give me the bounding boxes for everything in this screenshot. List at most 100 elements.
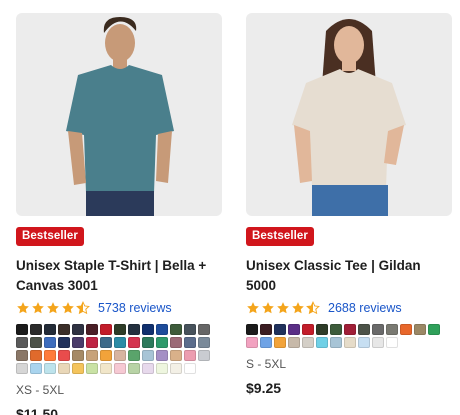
color-swatch[interactable] (30, 363, 42, 374)
color-swatch[interactable] (198, 350, 210, 361)
color-swatch[interactable] (184, 337, 196, 348)
color-swatch[interactable] (16, 324, 28, 335)
color-swatch[interactable] (170, 324, 182, 335)
color-swatch[interactable] (30, 324, 42, 335)
product-image[interactable] (246, 13, 452, 216)
color-swatch[interactable] (58, 324, 70, 335)
color-swatch[interactable] (156, 324, 168, 335)
color-swatch[interactable] (86, 324, 98, 335)
star-icon (61, 301, 75, 315)
color-swatch[interactable] (114, 350, 126, 361)
color-swatch[interactable] (114, 363, 126, 374)
color-swatch[interactable] (58, 363, 70, 374)
color-swatch[interactable] (288, 337, 300, 348)
color-swatch[interactable] (16, 337, 28, 348)
color-swatch[interactable] (72, 337, 84, 348)
color-swatch[interactable] (288, 324, 300, 335)
color-swatch[interactable] (44, 337, 56, 348)
color-swatch[interactable] (114, 337, 126, 348)
color-swatch[interactable] (400, 324, 412, 335)
product-title[interactable]: Unisex Staple T-Shirt | Bella + Canvas 3… (16, 256, 222, 296)
color-swatch[interactable] (86, 337, 98, 348)
color-swatch[interactable] (156, 337, 168, 348)
color-swatch[interactable] (302, 324, 314, 335)
color-swatch[interactable] (260, 324, 272, 335)
color-swatch[interactable] (316, 337, 328, 348)
reviews-link[interactable]: 5738 reviews (98, 301, 172, 315)
color-swatch[interactable] (414, 324, 426, 335)
size-range: XS - 5XL (16, 383, 65, 397)
color-swatch[interactable] (72, 363, 84, 374)
color-swatch[interactable] (58, 337, 70, 348)
product-title[interactable]: Unisex Classic Tee | Gildan 5000 (246, 256, 452, 296)
color-swatch[interactable] (170, 337, 182, 348)
color-swatches (246, 324, 452, 348)
color-swatch[interactable] (358, 337, 370, 348)
color-swatch[interactable] (44, 350, 56, 361)
color-swatch[interactable] (100, 324, 112, 335)
color-swatch[interactable] (372, 324, 384, 335)
color-swatch[interactable] (246, 324, 258, 335)
color-swatch[interactable] (344, 324, 356, 335)
color-swatch[interactable] (170, 350, 182, 361)
color-swatch[interactable] (142, 337, 154, 348)
color-swatch[interactable] (372, 337, 384, 348)
color-swatch[interactable] (100, 337, 112, 348)
color-swatch[interactable] (72, 350, 84, 361)
color-swatch[interactable] (16, 350, 28, 361)
model-photo (292, 19, 406, 216)
color-swatch[interactable] (428, 324, 440, 335)
star-rating (246, 301, 320, 315)
color-swatch[interactable] (198, 324, 210, 335)
color-swatch[interactable] (386, 324, 398, 335)
color-swatch[interactable] (142, 350, 154, 361)
color-swatch[interactable] (330, 337, 342, 348)
star-rating (16, 301, 90, 315)
color-swatch[interactable] (142, 324, 154, 335)
color-swatch[interactable] (16, 363, 28, 374)
color-swatch[interactable] (156, 363, 168, 374)
color-swatch[interactable] (100, 350, 112, 361)
half-star-icon (76, 301, 90, 315)
price: $11.50 (16, 406, 59, 415)
color-swatch[interactable] (246, 337, 258, 348)
color-swatch[interactable] (386, 337, 398, 348)
color-swatch[interactable] (344, 337, 356, 348)
color-swatch[interactable] (170, 363, 182, 374)
color-swatch[interactable] (184, 324, 196, 335)
color-swatch[interactable] (30, 337, 42, 348)
reviews-link[interactable]: 2688 reviews (328, 301, 402, 315)
color-swatch[interactable] (86, 363, 98, 374)
color-swatch[interactable] (100, 363, 112, 374)
color-swatch[interactable] (302, 337, 314, 348)
color-swatch[interactable] (198, 337, 210, 348)
color-swatch[interactable] (274, 337, 286, 348)
color-swatch[interactable] (58, 350, 70, 361)
color-swatch[interactable] (72, 324, 84, 335)
product-image[interactable] (16, 13, 222, 216)
color-swatch[interactable] (128, 324, 140, 335)
rating-row: 5738 reviews (16, 300, 222, 316)
color-swatch[interactable] (114, 324, 126, 335)
color-swatch[interactable] (142, 363, 154, 374)
color-swatch[interactable] (274, 324, 286, 335)
color-swatch[interactable] (128, 337, 140, 348)
rating-row: 2688 reviews (246, 300, 452, 316)
color-swatch[interactable] (128, 363, 140, 374)
model-photo (66, 17, 174, 216)
product-card[interactable]: Bestseller Unisex Staple T-Shirt | Bella… (16, 0, 222, 415)
color-swatch[interactable] (30, 350, 42, 361)
color-swatch[interactable] (184, 363, 196, 374)
color-swatch[interactable] (156, 350, 168, 361)
color-swatch[interactable] (44, 363, 56, 374)
color-swatch[interactable] (316, 324, 328, 335)
color-swatch[interactable] (358, 324, 370, 335)
color-swatch[interactable] (184, 350, 196, 361)
color-swatch[interactable] (44, 324, 56, 335)
half-star-icon (306, 301, 320, 315)
color-swatch[interactable] (330, 324, 342, 335)
product-card[interactable]: Bestseller Unisex Classic Tee | Gildan 5… (246, 0, 452, 396)
color-swatch[interactable] (128, 350, 140, 361)
color-swatch[interactable] (260, 337, 272, 348)
color-swatch[interactable] (86, 350, 98, 361)
